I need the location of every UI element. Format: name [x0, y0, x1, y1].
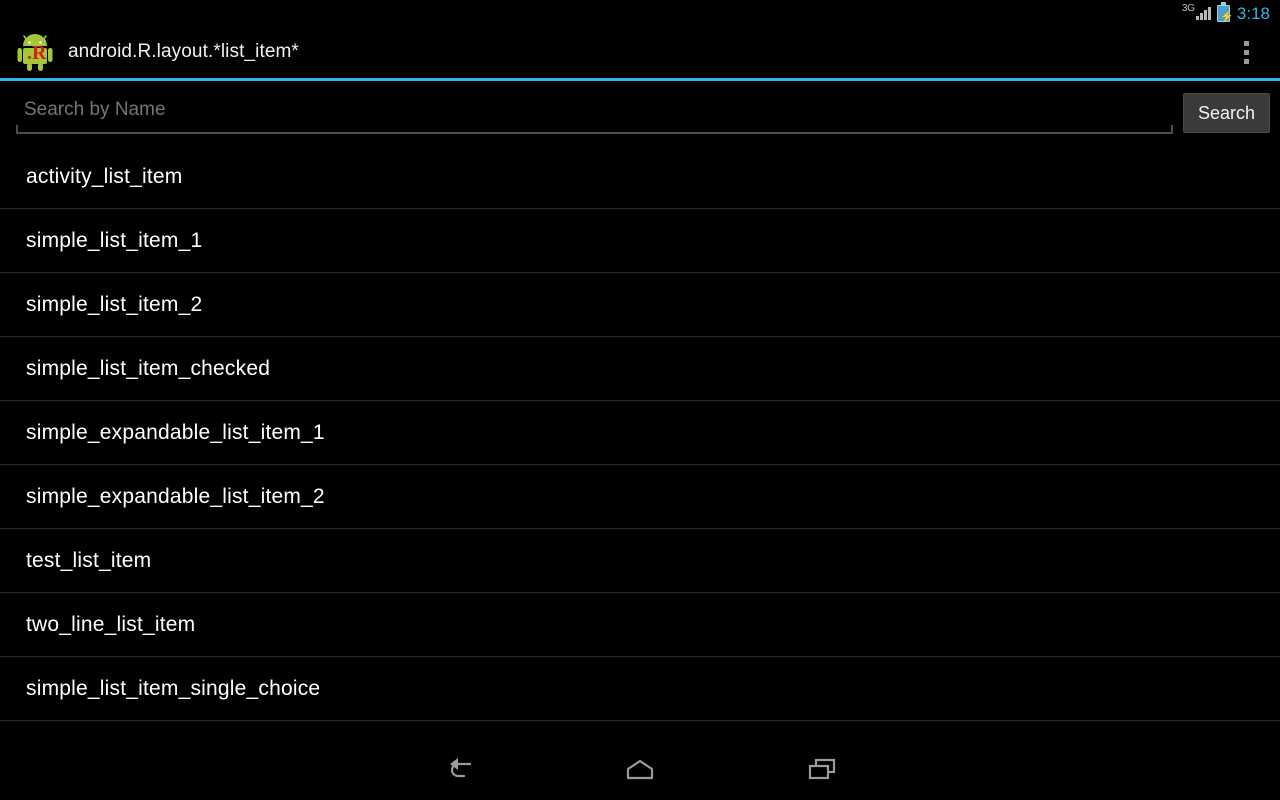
app-icon-badge: .R	[27, 42, 47, 64]
android-robot-icon[interactable]: .R	[14, 31, 56, 73]
list-item-label: simple_list_item_1	[26, 228, 203, 252]
signal-bars-icon: 3G	[1182, 3, 1212, 23]
search-field-wrapper	[16, 89, 1173, 137]
list-item[interactable]: test_list_item	[0, 529, 1280, 593]
battery-charging-icon: ⚡	[1216, 1, 1234, 23]
list-item-label: simple_expandable_list_item_2	[26, 484, 325, 508]
status-bar-right: 3G ⚡ 3:18	[1182, 0, 1270, 26]
list-item[interactable]: activity_list_item	[0, 145, 1280, 209]
list-item-label: two_line_list_item	[26, 612, 196, 636]
list-item[interactable]: simple_expandable_list_item_1	[0, 401, 1280, 465]
system-navigation-bar	[0, 740, 1280, 800]
list-item[interactable]: simple_list_item_checked	[0, 337, 1280, 401]
search-row: Search	[0, 81, 1280, 145]
search-button[interactable]: Search	[1182, 93, 1270, 133]
layout-results-list[interactable]: activity_list_item simple_list_item_1 si…	[0, 145, 1280, 723]
list-item-label: simple_expandable_list_item_1	[26, 420, 325, 444]
search-input[interactable]	[16, 93, 1173, 133]
back-icon[interactable]	[427, 746, 489, 794]
list-item[interactable]: two_line_list_item	[0, 593, 1280, 657]
signal-strength-bars	[1195, 7, 1211, 20]
list-item-label: activity_list_item	[26, 164, 183, 188]
network-type-label: 3G	[1181, 3, 1195, 14]
home-icon[interactable]	[609, 746, 671, 794]
android-screen: 3G ⚡ 3:18 .R android.R.layout.*list_item…	[0, 0, 1280, 800]
list-item[interactable]: simple_list_item_2	[0, 273, 1280, 337]
list-item-label: test_list_item	[26, 548, 152, 572]
page-title: android.R.layout.*list_item*	[68, 41, 299, 62]
list-item-label: simple_list_item_checked	[26, 356, 271, 380]
recents-icon[interactable]	[791, 746, 853, 794]
status-bar-clock: 3:18	[1236, 3, 1270, 23]
list-item[interactable]: simple_list_item_1	[0, 209, 1280, 273]
overflow-menu-icon[interactable]	[1224, 26, 1268, 78]
status-bar: 3G ⚡ 3:18	[0, 0, 1280, 26]
list-item-label: simple_list_item_2	[26, 292, 203, 316]
list-item-label: simple_list_item_single_choice	[26, 676, 321, 700]
list-item[interactable]: simple_expandable_list_item_2	[0, 465, 1280, 529]
list-item[interactable]: simple_list_item_single_choice	[0, 657, 1280, 721]
action-bar: .R android.R.layout.*list_item*	[0, 26, 1280, 78]
